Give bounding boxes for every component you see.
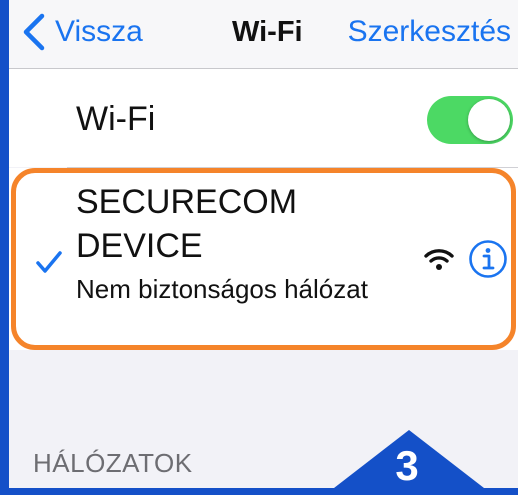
wifi-toggle-row: Wi-Fi bbox=[9, 69, 518, 167]
chevron-left-icon bbox=[23, 13, 45, 51]
back-label: Vissza bbox=[55, 15, 143, 48]
frame-bottom-border bbox=[0, 488, 518, 495]
wifi-toggle-label: Wi-Fi bbox=[76, 100, 156, 138]
page-title: Wi-Fi bbox=[232, 16, 303, 48]
network-security-status: Nem biztonságos hálózat bbox=[76, 274, 368, 304]
network-name: SECURECOM DEVICE bbox=[76, 183, 298, 265]
wifi-toggle-switch[interactable] bbox=[427, 96, 513, 144]
navigation-bar: Vissza Wi-Fi Szerkesztés bbox=[9, 0, 518, 69]
checkmark-icon bbox=[36, 251, 62, 273]
frame-left-border bbox=[0, 0, 9, 495]
info-icon[interactable] bbox=[468, 239, 508, 279]
wifi-icon bbox=[424, 249, 454, 270]
back-button[interactable]: Vissza bbox=[21, 12, 143, 52]
toggle-knob bbox=[468, 99, 510, 141]
connected-network-row[interactable]: SECURECOM DEVICE Nem biztonságos hálózat bbox=[9, 168, 518, 350]
edit-button[interactable]: Szerkesztés bbox=[348, 12, 511, 52]
section-header-networks: HÁLÓZATOK bbox=[33, 448, 193, 478]
step-number-badge: 3 bbox=[395, 442, 419, 489]
